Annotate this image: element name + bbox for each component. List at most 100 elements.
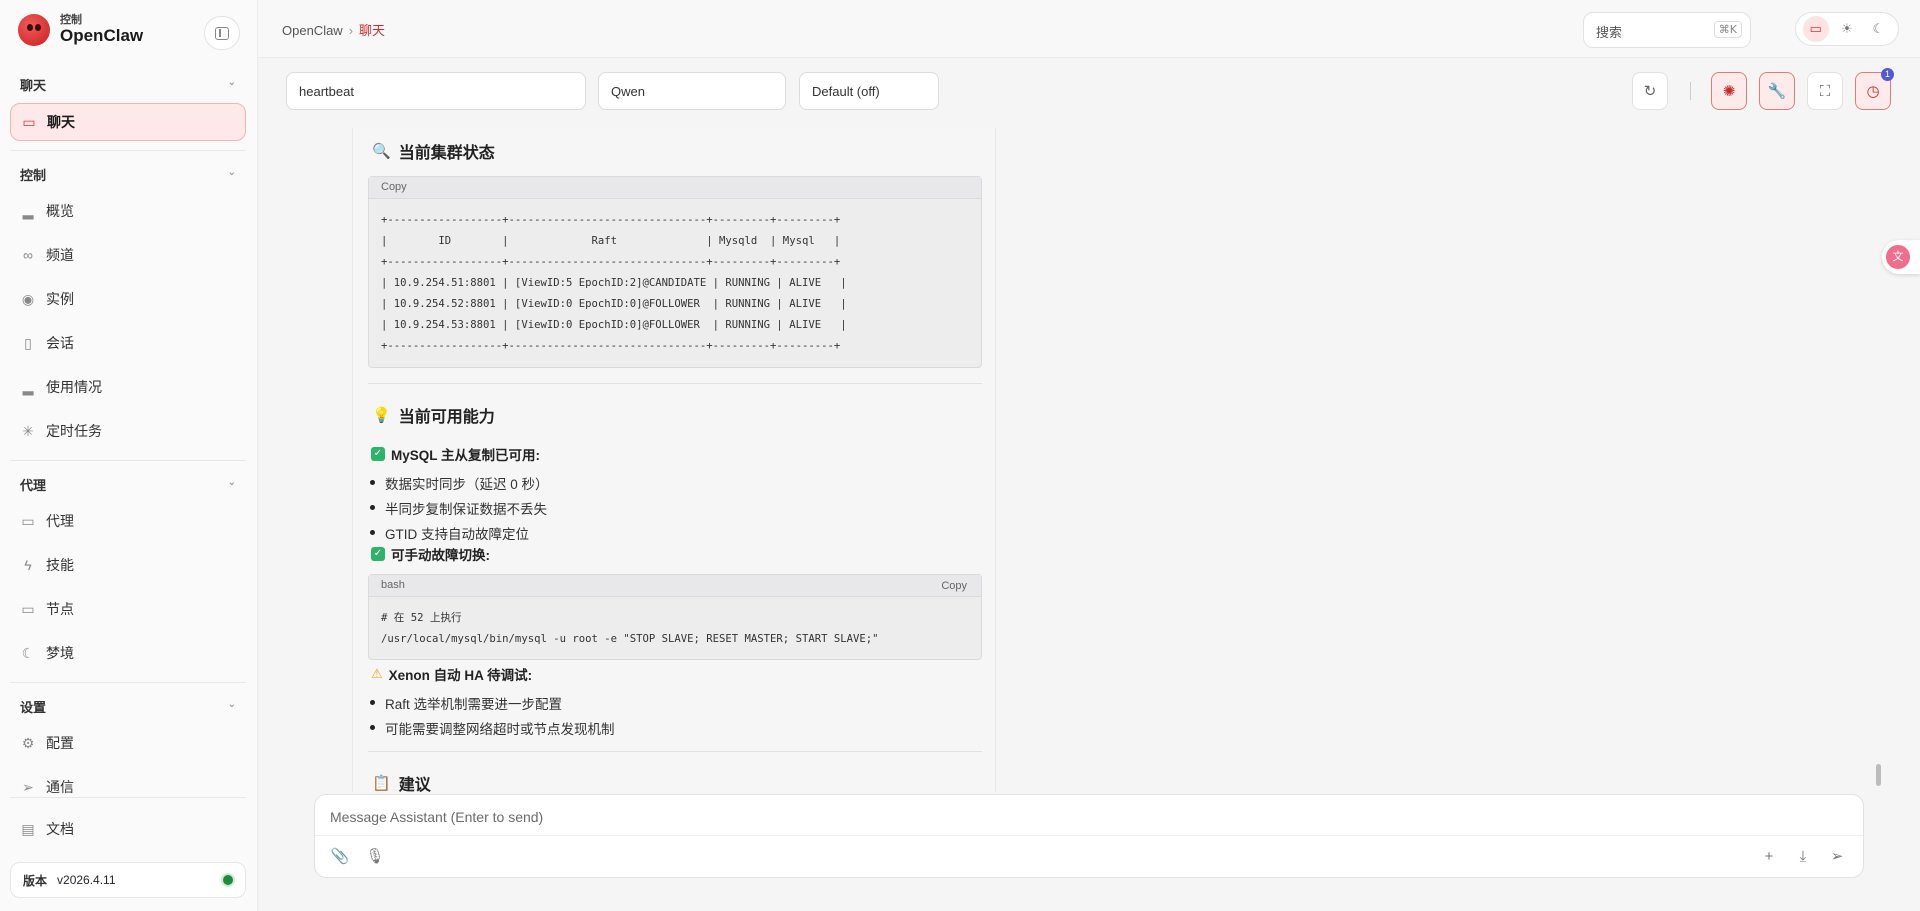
translate-widget[interactable]: 文: [1882, 240, 1920, 274]
section-title: 聊天: [20, 78, 47, 93]
capability-heading: 💡 当前可用能力: [372, 403, 495, 427]
version-badge: 版本 v2026.4.11: [10, 862, 246, 898]
list-item: Raft 选举机制需要进一步配置: [368, 693, 615, 718]
heading-text: 建议: [398, 777, 431, 792]
sidebar-item-nodes[interactable]: ▭ 节点: [10, 590, 246, 628]
sidebar-item-comms[interactable]: ➢ 通信: [10, 768, 246, 806]
sidebar-item-instances[interactable]: ◉ 实例: [10, 280, 246, 318]
code-language: bash: [381, 579, 405, 591]
sidebar-item-sessions[interactable]: ▯ 会话: [10, 324, 246, 362]
search-shortcut: ⌘K: [1713, 21, 1742, 38]
refresh-button[interactable]: ↻: [1632, 72, 1668, 110]
copy-button[interactable]: Copy: [381, 181, 407, 193]
sidebar-item-label: 会话: [46, 335, 74, 351]
focus-icon: ⛶: [1819, 82, 1831, 100]
check-text: MySQL 主从复制已可用:: [391, 448, 541, 463]
brain-toggle-button[interactable]: ✺: [1711, 72, 1747, 110]
divider: [368, 751, 982, 752]
plus-icon[interactable]: +: [1758, 845, 1780, 867]
section-title: 控制: [20, 168, 47, 183]
chevron-down-icon: ⌄: [227, 477, 236, 488]
heading-text: 当前可用能力: [398, 409, 495, 426]
section-title: 设置: [20, 700, 47, 715]
thinking-select[interactable]: Default (off): [799, 72, 939, 110]
version-value: v2026.4.11: [57, 873, 116, 887]
cluster-table-code: +------------------+--------------------…: [381, 214, 847, 352]
sidebar-toggle-icon: [215, 26, 229, 40]
divider: [10, 150, 246, 151]
section-settings[interactable]: 设置 ⌄: [20, 697, 236, 716]
sun-icon[interactable]: ☀: [1834, 16, 1860, 42]
attach-icon[interactable]: 📎: [329, 845, 351, 867]
section-control[interactable]: 控制 ⌄: [20, 165, 236, 184]
top-bar: OpenClaw › 聊天 搜索 ⌘K ▭ ☀ ☾: [258, 0, 1920, 58]
sidebar-item-label: 节点: [46, 601, 74, 617]
sidebar-item-label: 通信: [46, 779, 74, 795]
scrollbar-thumb[interactable]: [1876, 764, 1881, 786]
tools-toggle-button[interactable]: 🔧: [1759, 72, 1795, 110]
book-icon: ▤: [21, 820, 35, 837]
folder-icon: ▭: [21, 512, 35, 529]
sidebar-item-label: 代理: [46, 513, 74, 529]
loader-icon: ✳: [22, 422, 34, 439]
sidebar-item-docs[interactable]: ▤ 文档: [10, 810, 246, 848]
sidebar-item-chat[interactable]: ▭ 聊天: [10, 103, 246, 141]
sidebar-item-cron[interactable]: ✳ 定时任务: [10, 412, 246, 450]
search-input[interactable]: 搜索 ⌘K: [1583, 12, 1751, 48]
chevron-down-icon: ⌄: [227, 699, 236, 710]
download-icon[interactable]: ⤓: [1792, 845, 1814, 867]
lightbulb-icon: 💡: [372, 407, 391, 424]
section-agent[interactable]: 代理 ⌄: [20, 475, 236, 494]
sidebar-item-label: 频道: [46, 247, 74, 263]
sidebar-item-dreams[interactable]: ☾ 梦境: [10, 634, 246, 672]
sidebar-item-overview[interactable]: ▂ 概览: [10, 192, 246, 230]
section-title: 代理: [20, 478, 47, 493]
chevron-down-icon: ⌄: [227, 77, 236, 88]
breadcrumb-root[interactable]: OpenClaw: [282, 23, 343, 38]
divider: [10, 797, 246, 798]
chevron-down-icon: ⌄: [227, 167, 236, 178]
check-text: 可手动故障切换:: [391, 548, 490, 563]
section-chat[interactable]: 聊天 ⌄: [20, 75, 236, 94]
wrench-icon: 🔧: [1767, 83, 1787, 100]
sidebar-item-label: 技能: [46, 557, 74, 573]
toolbar-divider: [1690, 82, 1691, 100]
cluster-code-block: Copy +------------------+---------------…: [368, 176, 982, 368]
clock-icon: ◷: [1866, 83, 1880, 100]
bash-code-block: bash Copy # 在 52 上执行 /usr/local/mysql/bin…: [368, 574, 982, 660]
brand-subtitle: 控制: [60, 14, 82, 26]
sidebar-item-label: 使用情况: [46, 379, 102, 395]
collapse-sidebar-button[interactable]: [204, 16, 240, 50]
sidebar-item-label: 文档: [46, 821, 74, 837]
code-block-header: bash Copy: [369, 575, 981, 597]
warning-icon: ⚠: [371, 666, 383, 681]
send-icon[interactable]: ➢: [1826, 845, 1848, 867]
search-label: 搜索: [1596, 25, 1623, 40]
message-icon: ▭: [22, 113, 36, 130]
model-select[interactable]: Qwen: [598, 72, 786, 110]
zap-icon: ϟ: [24, 557, 32, 573]
microphone-icon[interactable]: 🎙: [364, 845, 386, 867]
cron-jobs-button[interactable]: ◷ 1: [1855, 68, 1894, 110]
session-select[interactable]: heartbeat: [286, 72, 586, 110]
copy-button[interactable]: Copy: [941, 580, 967, 592]
monitor-icon[interactable]: ▭: [1802, 16, 1829, 42]
sidebar-item-channels[interactable]: ∞ 频道: [10, 236, 246, 274]
sidebar-item-label: 定时任务: [46, 423, 102, 439]
focus-button[interactable]: ⛶: [1807, 72, 1843, 110]
radio-icon: ◉: [21, 290, 35, 307]
message-composer[interactable]: Message Assistant (Enter to send) 📎 🎙 + …: [314, 794, 1864, 878]
sidebar-item-skills[interactable]: ϟ 技能: [10, 546, 246, 584]
theme-switcher[interactable]: ▭ ☀ ☾: [1795, 12, 1899, 46]
sidebar-item-agents[interactable]: ▭ 代理: [10, 502, 246, 540]
notification-badge: 1: [1881, 68, 1894, 81]
code-block-header: Copy: [369, 177, 981, 199]
message-input[interactable]: Message Assistant (Enter to send): [330, 809, 543, 825]
sidebar-item-config[interactable]: ⚙ 配置: [10, 724, 246, 762]
brand[interactable]: 控制 OpenClaw: [18, 14, 143, 46]
moon-icon[interactable]: ☾: [1865, 16, 1891, 42]
sidebar-item-usage[interactable]: ▂ 使用情况: [10, 368, 246, 406]
openclaw-logo-icon: [18, 14, 50, 46]
xenon-issue-list: Raft 选举机制需要进一步配置 可能需要调整网络超时或节点发现机制: [368, 693, 615, 743]
cluster-status-heading: 🔍 当前集群状态: [372, 139, 495, 163]
